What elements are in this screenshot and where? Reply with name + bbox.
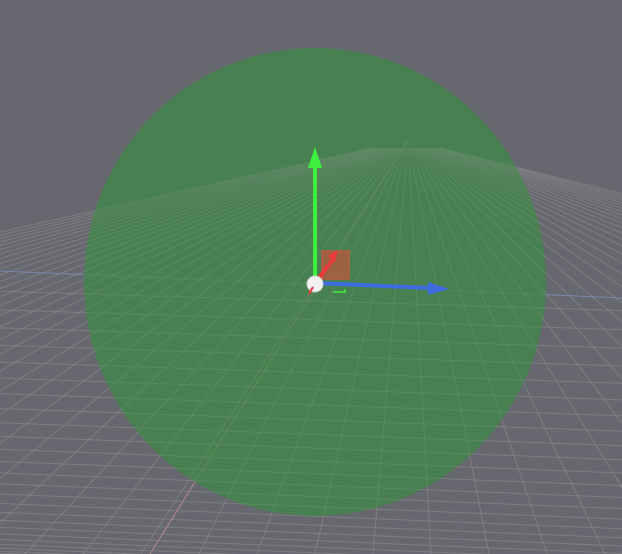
3d-viewport[interactable] bbox=[0, 0, 622, 554]
pivot-point-icon[interactable] bbox=[306, 275, 324, 293]
scene-canvas[interactable] bbox=[0, 0, 622, 554]
